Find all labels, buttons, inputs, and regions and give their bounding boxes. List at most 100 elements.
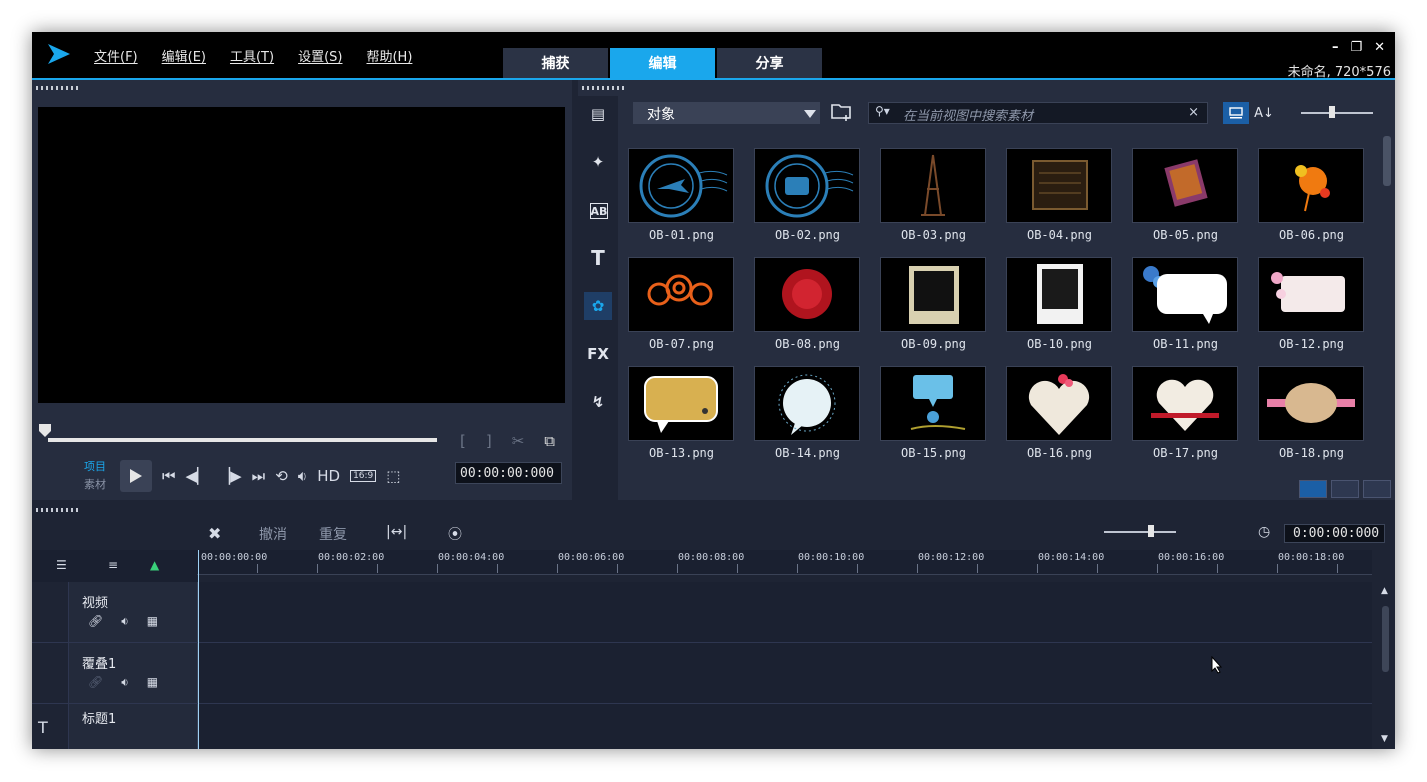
library-item[interactable]: OB-13.png: [624, 354, 749, 462]
menu-file[interactable]: 文件(F): [94, 46, 138, 65]
checkerboard-icon[interactable]: ▦: [147, 614, 158, 629]
mode-project-label[interactable]: 项目: [84, 458, 106, 476]
tools-icon[interactable]: ✖: [208, 524, 221, 543]
timeline-zoom-slider[interactable]: [1104, 525, 1176, 537]
chapter-marker-icon[interactable]: ▲: [150, 558, 159, 572]
edit-icon[interactable]: [1363, 480, 1391, 498]
timeline-ruler[interactable]: 00:00:00:00 00:00:02:00 00:00:04:00 00:0…: [197, 550, 1372, 575]
end-icon[interactable]: ⏭: [252, 467, 266, 485]
home-icon[interactable]: ⏮: [162, 467, 176, 485]
sort-icon[interactable]: A↓: [1251, 102, 1277, 124]
track-body[interactable]: [198, 704, 1372, 749]
scrub-bar[interactable]: [48, 438, 437, 442]
panel-grip[interactable]: [582, 86, 626, 90]
track-video[interactable]: 视频 🔗︎ 🔉︎ ▦: [32, 582, 1372, 643]
panel-grip[interactable]: [36, 86, 80, 90]
hd-preview-button[interactable]: HD: [317, 467, 340, 485]
library-item[interactable]: OB-03.png: [876, 136, 1001, 244]
scrub-handle[interactable]: [39, 422, 51, 437]
mode-clip-label[interactable]: 素材: [84, 476, 106, 494]
menu-help[interactable]: 帮助(H): [366, 46, 412, 65]
instant-project-icon[interactable]: ✦: [584, 148, 612, 176]
library-item[interactable]: OB-07.png: [624, 245, 749, 353]
graphics-icon[interactable]: ✿: [584, 292, 612, 320]
repeat-icon[interactable]: ⟲: [275, 467, 288, 485]
title-icon[interactable]: T: [584, 244, 612, 272]
timeline-playhead[interactable]: [198, 550, 199, 749]
timeline-timecode[interactable]: 0:00:00:000: [1284, 524, 1385, 543]
preview-window[interactable]: [38, 107, 565, 403]
library-item[interactable]: OB-15.png: [876, 354, 1001, 462]
checkerboard-icon[interactable]: ▦: [147, 675, 158, 690]
add-folder-icon[interactable]: [831, 102, 853, 126]
tab-edit[interactable]: 编辑: [610, 48, 715, 78]
media-icon[interactable]: ▤: [584, 100, 612, 128]
filter-icon[interactable]: FX: [584, 340, 612, 368]
link-icon[interactable]: 🔗︎: [88, 614, 103, 629]
path-icon[interactable]: ↯: [584, 388, 612, 416]
volume-icon[interactable]: 🔉︎: [298, 467, 307, 485]
library-item[interactable]: OB-06.png: [1254, 136, 1379, 244]
record-icon[interactable]: ⦿: [448, 524, 462, 544]
close-button[interactable]: ✕: [1374, 40, 1385, 55]
library-item[interactable]: OB-08.png: [750, 245, 875, 353]
add-track-icon[interactable]: ≡: [108, 558, 118, 572]
player-timecode[interactable]: 00:00:00:000: [455, 462, 562, 484]
thumbnail-view-button[interactable]: [1223, 102, 1249, 124]
show-options-button[interactable]: [1331, 480, 1359, 498]
minimize-button[interactable]: –: [1332, 40, 1339, 55]
library-item[interactable]: OB-02.png: [750, 136, 875, 244]
track-title[interactable]: T 标题1: [32, 704, 1372, 749]
library-item[interactable]: OB-12.png: [1254, 245, 1379, 353]
redo-button[interactable]: 重复: [319, 524, 347, 544]
slider-knob[interactable]: [1329, 106, 1335, 118]
maximize-button[interactable]: ❐: [1350, 40, 1362, 55]
library-item[interactable]: OB-01.png: [624, 136, 749, 244]
split-clip-icon[interactable]: ✂: [512, 432, 525, 450]
tab-capture[interactable]: 捕获: [503, 48, 608, 78]
show-library-button[interactable]: [1299, 480, 1327, 498]
play-button[interactable]: [120, 460, 152, 492]
scroll-up-icon[interactable]: ▲: [1381, 586, 1388, 596]
library-item[interactable]: OB-11.png: [1128, 245, 1253, 353]
crop-icon[interactable]: ⬚: [386, 467, 400, 485]
fit-timeline-icon[interactable]: |↔|: [386, 524, 407, 540]
volume-icon[interactable]: 🔉︎: [121, 614, 129, 629]
undo-button[interactable]: 撤消: [259, 524, 287, 544]
transition-icon[interactable]: AB: [590, 203, 608, 219]
scroll-thumb[interactable]: [1382, 606, 1389, 672]
library-scrollbar[interactable]: [1383, 136, 1391, 186]
library-item[interactable]: OB-18.png: [1254, 354, 1379, 462]
library-item[interactable]: OB-17.png: [1128, 354, 1253, 462]
menu-settings[interactable]: 设置(S): [298, 46, 342, 65]
slider-knob[interactable]: [1148, 525, 1154, 537]
mark-in-button[interactable]: [: [460, 432, 466, 450]
track-body[interactable]: [198, 582, 1372, 642]
aspect-ratio-button[interactable]: 16:9: [350, 470, 377, 482]
track-body[interactable]: [198, 643, 1372, 703]
library-item[interactable]: OB-14.png: [750, 354, 875, 462]
library-item[interactable]: OB-04.png: [1002, 136, 1127, 244]
menu-tools[interactable]: 工具(T): [230, 46, 274, 65]
next-frame-icon[interactable]: ▕▶: [219, 467, 242, 485]
category-dropdown[interactable]: 对象: [633, 102, 820, 124]
library-item[interactable]: OB-10.png: [1002, 245, 1127, 353]
library-item[interactable]: OB-16.png: [1002, 354, 1127, 462]
tab-share[interactable]: 分享: [717, 48, 822, 78]
timeline-scrollbar[interactable]: ▲ ▼: [1377, 582, 1395, 749]
panel-grip[interactable]: [36, 508, 80, 512]
track-manager-icon[interactable]: ☰: [56, 558, 67, 572]
track-overlay[interactable]: 覆叠1 🔗︎ 🔉︎ ▦: [32, 643, 1372, 704]
enlarge-preview-icon[interactable]: ⧉: [544, 432, 555, 450]
clear-search-icon[interactable]: ×: [1188, 105, 1199, 120]
scroll-down-icon[interactable]: ▼: [1381, 734, 1388, 744]
library-item[interactable]: OB-09.png: [876, 245, 1001, 353]
thumbnail-size-slider[interactable]: [1301, 106, 1373, 118]
previous-frame-icon[interactable]: ◀▏: [186, 467, 209, 485]
mark-out-button[interactable]: ]: [486, 432, 492, 450]
volume-icon[interactable]: 🔉︎: [121, 675, 129, 690]
menu-edit[interactable]: 编辑(E): [162, 46, 206, 65]
library-item[interactable]: OB-05.png: [1128, 136, 1253, 244]
search-input[interactable]: ⚲▾ 在当前视图中搜索素材 ×: [868, 102, 1208, 124]
link-icon[interactable]: 🔗︎: [88, 675, 103, 690]
